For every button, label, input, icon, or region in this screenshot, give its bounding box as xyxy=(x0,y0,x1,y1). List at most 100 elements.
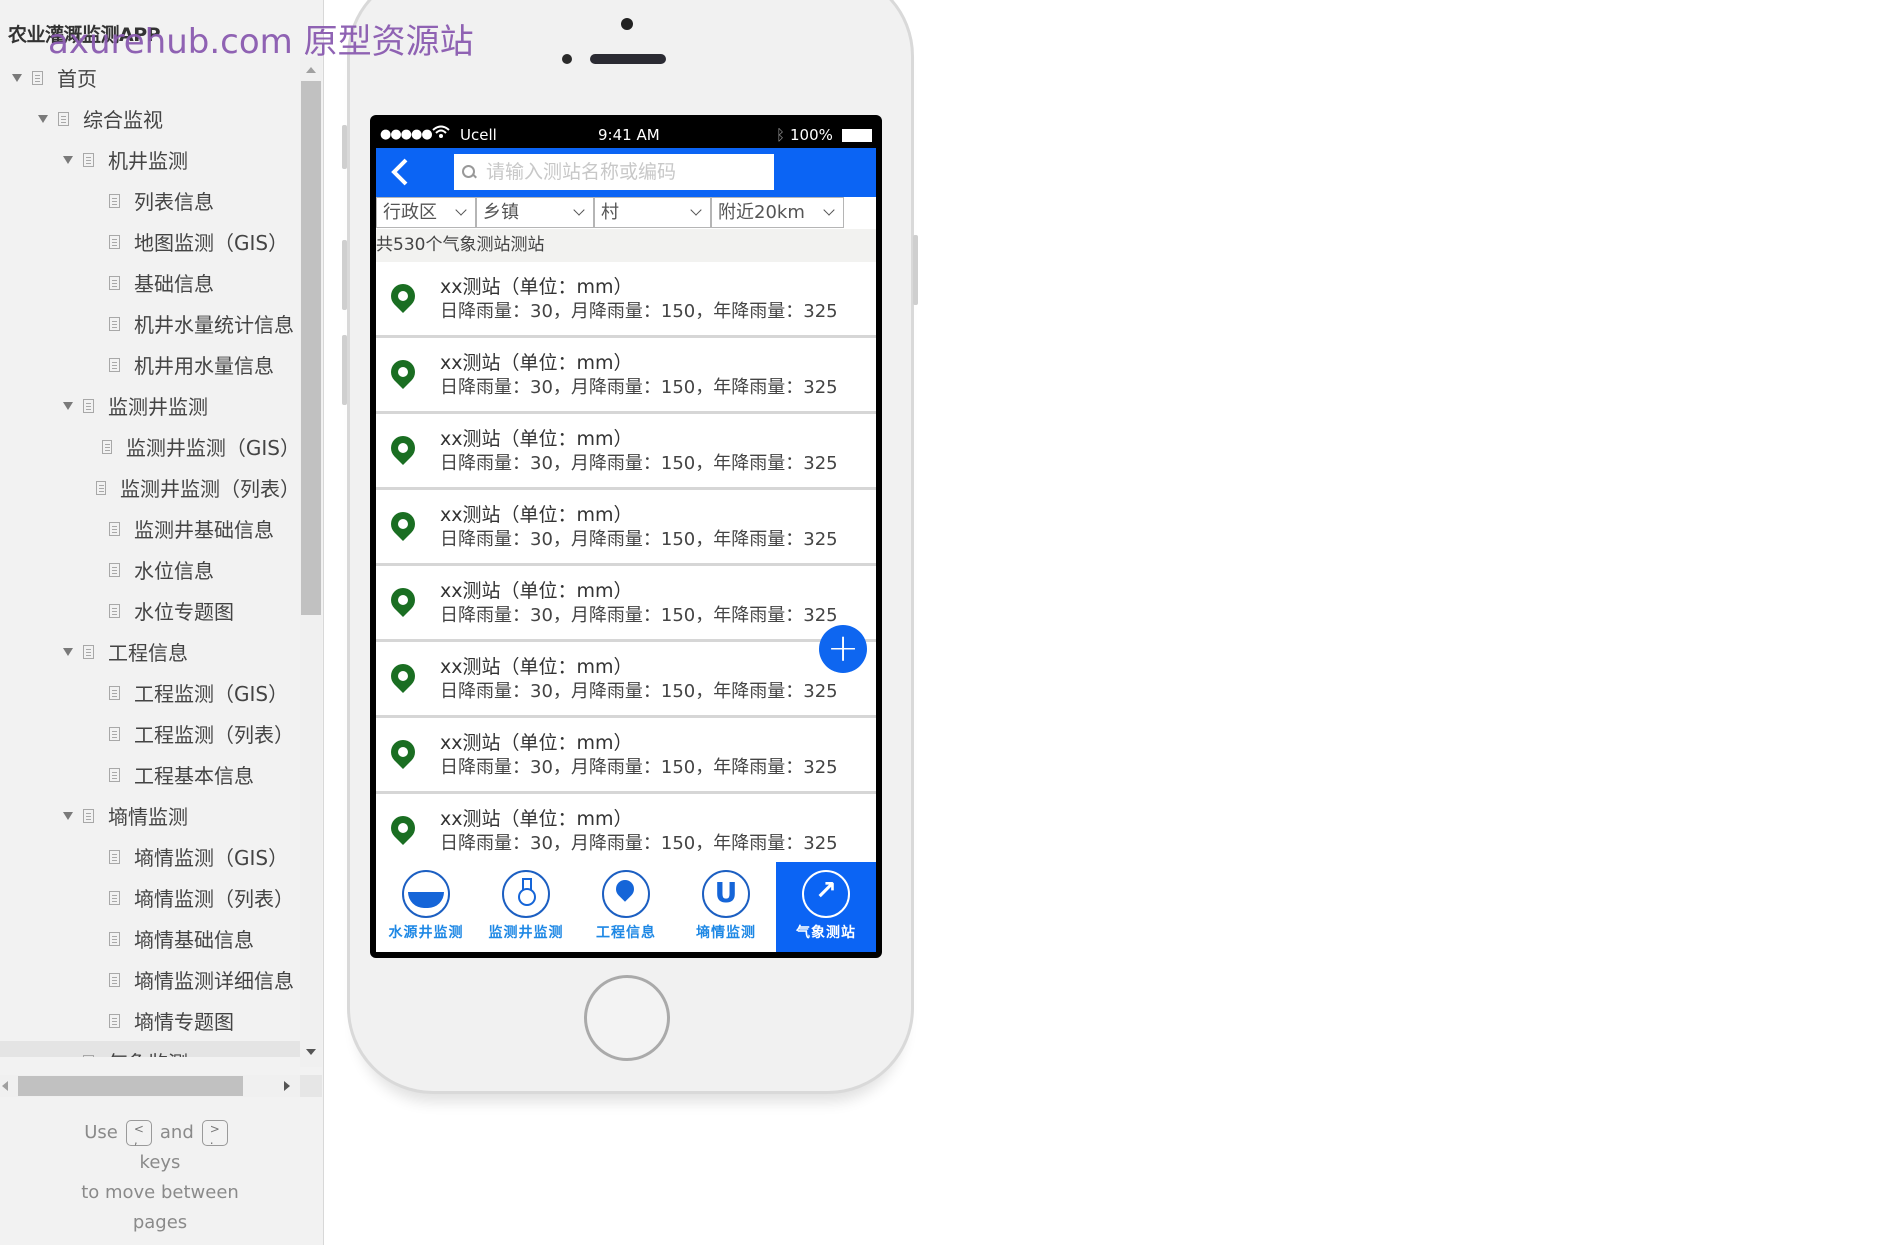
station-list-item[interactable]: xx测站（单位：mm） 日降雨量：30，月降雨量：150，年降雨量：325 xyxy=(376,642,876,718)
station-name: xx测站（单位：mm） xyxy=(440,656,633,678)
tree-item[interactable]: 工程基本信息 xyxy=(0,754,300,795)
tree-item[interactable]: 机井用水量信息 xyxy=(0,344,300,385)
water-well-icon xyxy=(402,870,450,918)
tree-item[interactable]: 监测井监测（列表） xyxy=(0,467,300,508)
back-button[interactable] xyxy=(388,157,416,187)
search-box[interactable] xyxy=(454,154,774,190)
location-pin-icon xyxy=(386,279,420,313)
station-list-item[interactable]: xx测站（单位：mm） 日降雨量：30，月降雨量：150，年降雨量：325 xyxy=(376,718,876,794)
tree-item[interactable]: 工程监测（GIS） xyxy=(0,672,300,713)
tree-item[interactable]: 综合监视 xyxy=(0,98,300,139)
tree-item[interactable]: 气象监测 xyxy=(0,1041,300,1057)
scrollbar-thumb[interactable] xyxy=(301,81,321,615)
home-button[interactable] xyxy=(584,975,670,1061)
expand-arrow-icon[interactable] xyxy=(63,401,73,410)
expand-arrow-icon[interactable] xyxy=(12,73,22,82)
tree-item[interactable]: 墒情监测详细信息 xyxy=(0,959,300,1000)
expand-arrow-icon[interactable] xyxy=(63,811,73,820)
tree-item[interactable]: 工程监测（列表） xyxy=(0,713,300,754)
page-icon xyxy=(109,890,120,905)
station-search-input[interactable] xyxy=(484,160,768,184)
expand-arrow-icon[interactable] xyxy=(63,155,73,164)
app-header xyxy=(376,148,876,197)
tab-2[interactable]: 监测井监测 xyxy=(476,862,576,952)
scroll-up-icon[interactable] xyxy=(306,67,316,73)
tree-item[interactable]: 工程信息 xyxy=(0,631,300,672)
tree-item-label: 监测井监测（列表） xyxy=(120,477,300,501)
district-select[interactable]: 行政区 xyxy=(376,197,476,228)
tree-item-label: 综合监视 xyxy=(83,108,163,132)
tree-item-label: 工程监测（列表） xyxy=(134,723,294,747)
town-select[interactable]: 乡镇 xyxy=(476,197,594,228)
tree-item[interactable]: 监测井基础信息 xyxy=(0,508,300,549)
expand-arrow-icon[interactable] xyxy=(63,647,73,656)
village-select[interactable]: 村 xyxy=(594,197,711,228)
page-icon xyxy=(109,275,120,290)
tree-item[interactable]: 列表信息 xyxy=(0,180,300,221)
page-icon xyxy=(83,398,94,413)
tree-item-label: 墒情监测 xyxy=(108,805,188,829)
page-icon xyxy=(96,480,106,495)
station-rainfall: 日降雨量：30，月降雨量：150，年降雨量：325 xyxy=(440,529,838,550)
tree-item-label: 地图监测（GIS） xyxy=(134,231,289,255)
phone-camera xyxy=(621,18,633,30)
station-name: xx测站（单位：mm） xyxy=(440,580,633,602)
battery-icon xyxy=(842,129,872,142)
tree-item-label: 监测井基础信息 xyxy=(134,518,274,542)
scroll-down-icon[interactable] xyxy=(306,1049,316,1055)
tree-item[interactable]: 地图监测（GIS） xyxy=(0,221,300,262)
station-name: xx测站（单位：mm） xyxy=(440,808,633,830)
tab-3[interactable]: 工程信息 xyxy=(576,862,676,952)
station-rainfall: 日降雨量：30，月降雨量：150，年降雨量：325 xyxy=(440,605,838,626)
flask-icon xyxy=(502,870,550,918)
station-name: xx测站（单位：mm） xyxy=(440,732,633,754)
tab-label: 水源井监测 xyxy=(388,925,464,941)
add-button[interactable]: + xyxy=(819,625,867,673)
station-list-item[interactable]: xx测站（单位：mm） 日降雨量：30，月降雨量：150，年降雨量：325 xyxy=(376,338,876,414)
scroll-left-icon[interactable] xyxy=(2,1081,8,1091)
horizontal-scrollbar-thumb[interactable] xyxy=(18,1076,243,1096)
chevron-down-icon xyxy=(573,204,585,216)
u-tube-icon xyxy=(702,870,750,918)
station-list-item[interactable]: xx测站（单位：mm） 日降雨量：30，月降雨量：150，年降雨量：325 xyxy=(376,566,876,642)
location-pin-icon xyxy=(386,811,420,845)
plus-icon: + xyxy=(827,626,859,670)
search-icon xyxy=(462,165,476,179)
horizontal-scrollbar[interactable] xyxy=(0,1075,300,1097)
tree-item[interactable]: 监测井监测（GIS） xyxy=(0,426,300,467)
tree-item[interactable]: 墒情基础信息 xyxy=(0,918,300,959)
tab-5[interactable]: 气象测站 xyxy=(776,862,876,952)
station-list-item[interactable]: xx测站（单位：mm） 日降雨量：30，月降雨量：150，年降雨量：325 xyxy=(376,794,876,862)
tree-item[interactable]: 水位专题图 xyxy=(0,590,300,631)
tree-item-label: 气象监测 xyxy=(108,1047,188,1057)
tree-item-label: 列表信息 xyxy=(134,190,214,214)
tab-label: 墒情监测 xyxy=(696,925,756,941)
tree-item[interactable]: 墒情监测（GIS） xyxy=(0,836,300,877)
tab-4[interactable]: 墒情监测 xyxy=(676,862,776,952)
filter-bar: 行政区 乡镇 村 附近20km xyxy=(376,197,876,229)
tree-item[interactable]: 机井监测 xyxy=(0,139,300,180)
tree-item[interactable]: 机井水量统计信息 xyxy=(0,303,300,344)
station-list-item[interactable]: xx测站（单位：mm） 日降雨量：30，月降雨量：150，年降雨量：325 xyxy=(376,262,876,338)
tree-item[interactable]: 首页 xyxy=(0,57,300,98)
expand-arrow-icon[interactable] xyxy=(38,114,48,123)
tree-item[interactable]: 墒情监测 xyxy=(0,795,300,836)
page-icon xyxy=(109,972,120,987)
location-pin-icon xyxy=(386,431,420,465)
station-list-item[interactable]: xx测站（单位：mm） 日降雨量：30，月降雨量：150，年降雨量：325 xyxy=(376,490,876,566)
tree-item[interactable]: 水位信息 xyxy=(0,549,300,590)
tab-1[interactable]: 水源井监测 xyxy=(376,862,476,952)
station-list-item[interactable]: xx测站（单位：mm） 日降雨量：30，月降雨量：150，年降雨量：325 xyxy=(376,414,876,490)
scroll-right-icon[interactable] xyxy=(284,1081,290,1091)
distance-select[interactable]: 附近20km xyxy=(711,197,844,228)
page-icon xyxy=(109,726,120,741)
tree-item-label: 墒情监测详细信息 xyxy=(134,969,294,993)
station-rainfall: 日降雨量：30，月降雨量：150，年降雨量：325 xyxy=(440,681,838,702)
tree-item[interactable]: 墒情专题图 xyxy=(0,1000,300,1041)
location-pin-icon xyxy=(386,735,420,769)
tree-item[interactable]: 基础信息 xyxy=(0,262,300,303)
tree-item[interactable]: 墒情监测（列表） xyxy=(0,877,300,918)
tree-item-label: 机井用水量信息 xyxy=(134,354,274,378)
vertical-scrollbar[interactable] xyxy=(300,57,322,1067)
tree-item[interactable]: 监测井监测 xyxy=(0,385,300,426)
